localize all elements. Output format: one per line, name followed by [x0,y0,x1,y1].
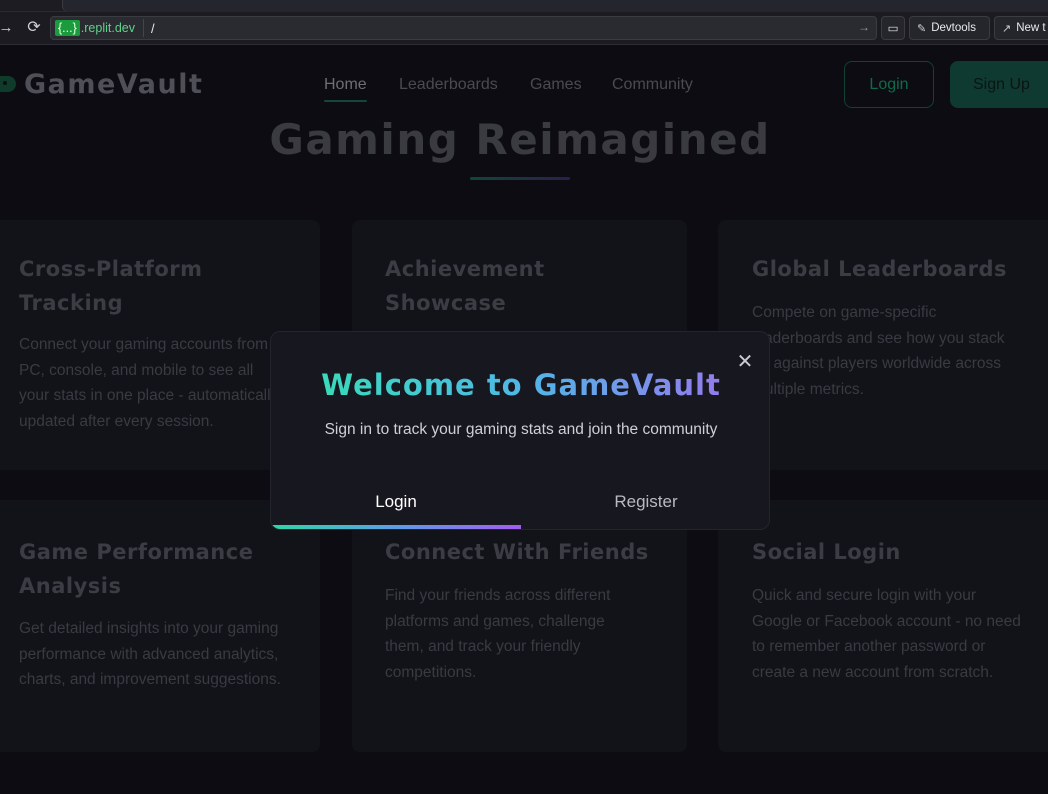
feature-card-performance: Game Performance Analysis Get detailed i… [0,500,320,752]
address-divider [143,19,144,37]
host-domain: .replit.dev [80,21,135,35]
gamepad-icon [0,76,16,92]
hero-divider [470,177,570,180]
new-tab-button[interactable]: ↗ New t [994,16,1048,40]
external-link-icon: ↗ [1002,22,1012,35]
active-tab-indicator [271,525,521,529]
brand-logo[interactable]: GameVault [24,69,203,100]
feature-text: Connect your gaming accounts from PC, co… [19,336,279,431]
nav-link-leaderboards[interactable]: Leaderboards [399,76,498,94]
monitor-icon: ▭ [887,23,899,35]
header-login-button[interactable]: Login [844,61,934,108]
screen-button[interactable]: ▭ [881,16,905,40]
browser-tab-strip [0,0,1048,12]
go-arrow-icon[interactable]: → [858,20,870,34]
auth-modal: ✕ Welcome to GameVault Sign in to track … [270,331,770,530]
address-host: {...} .replit.dev [55,20,135,36]
feature-title: Cross-Platform Tracking [19,257,203,315]
browser-tab[interactable] [62,0,1048,12]
feature-title: Game Performance Analysis [19,540,254,598]
feature-title: Achievement Showcase [385,257,545,315]
reload-icon[interactable]: ⟳ [24,18,44,38]
address-bar[interactable]: {...} .replit.dev / → [50,16,877,40]
browser-toolbar: → ⟳ {...} .replit.dev / → ▭ ✎ Devtools ↗… [0,12,1048,45]
hero-title: Gaming Reimagined [269,115,771,164]
feature-text: Find your friends across different platf… [385,587,611,682]
feature-card-social-login: Social Login Quick and secure login with… [718,500,1048,752]
nav-link-home[interactable]: Home [324,76,367,94]
tab-login[interactable]: Login [271,492,521,512]
feature-text: Get detailed insights into your gaming p… [19,620,281,689]
nav-link-community[interactable]: Community [612,76,693,94]
wrench-icon: ✎ [917,22,927,35]
feature-card-friends: Connect With Friends Find your friends a… [352,500,687,752]
feature-text: Quick and secure login with your Google … [752,587,1021,682]
feature-title: Global Leaderboards [752,257,1008,281]
feature-title: Social Login [752,540,901,564]
address-path[interactable]: / [151,21,155,36]
devtools-label: Devtools [931,22,976,34]
nav-active-underline [324,100,367,102]
feature-title: Connect With Friends [385,540,649,564]
modal-title: Welcome to GameVault [271,368,769,402]
forward-icon[interactable]: → [0,18,16,38]
modal-subtitle: Sign in to track your gaming stats and j… [324,421,718,438]
devtools-button[interactable]: ✎ Devtools [909,16,990,40]
tab-register[interactable]: Register [521,492,769,512]
nav-link-games[interactable]: Games [530,76,582,94]
host-badge: {...} [55,20,80,36]
new-tab-label: New t [1016,22,1046,34]
feature-text: Compete on game-specific leaderboards an… [752,304,1005,399]
header-signup-button[interactable]: Sign Up [950,61,1048,108]
